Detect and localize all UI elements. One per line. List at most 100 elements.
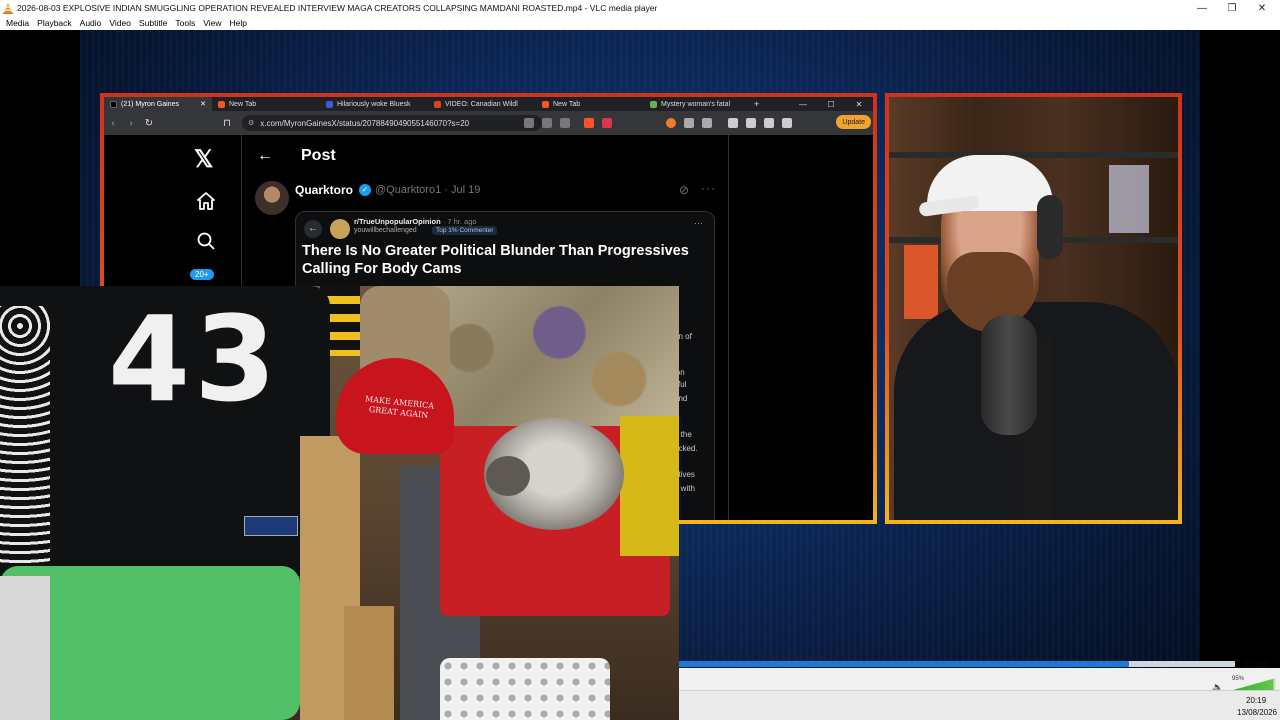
site-info-icon[interactable]: ⚙: [248, 119, 254, 127]
brave-shields-icon[interactable]: [584, 118, 594, 128]
menu-media[interactable]: Media: [2, 18, 33, 28]
host-webcam: [889, 97, 1178, 520]
commenter-flair-badge: Top 1% Commenter: [432, 226, 498, 235]
jersey: 43: [0, 286, 330, 576]
controls-bar: [679, 668, 1280, 690]
tab-label: (21) Myron Gaines: [121, 100, 179, 108]
browser-toolbar: ‹ › ↻ ⊓ ⚙ x.com/MyronGainesX/status/2078…: [104, 111, 873, 135]
avatar[interactable]: [255, 181, 289, 215]
tab-label: VIDEO: Canadian Wildl: [445, 100, 518, 108]
tab-label: New Tab: [229, 100, 257, 108]
sidebar-icon[interactable]: [728, 118, 738, 128]
author-name[interactable]: Quarktoro: [295, 183, 353, 197]
menu-playback[interactable]: Playback: [33, 18, 76, 28]
host-webcam-frame: [885, 93, 1182, 524]
vpn-icon[interactable]: [782, 118, 792, 128]
forward-icon[interactable]: ›: [122, 118, 140, 129]
menu-video[interactable]: Video: [105, 18, 135, 28]
shelf: [889, 152, 1178, 158]
vlc-window: 2026-08-03 EXPLOSIVE INDIAN SMUGGLING OP…: [0, 0, 1280, 720]
downloads-icon[interactable]: [702, 118, 712, 128]
clock-time[interactable]: 20:19: [1246, 696, 1266, 705]
x-logo-icon[interactable]: 𝕏: [194, 145, 213, 174]
new-tab-button[interactable]: +: [748, 99, 765, 109]
browser-tab-canadian[interactable]: VIDEO: Canadian Wildl: [428, 97, 536, 111]
browser-tab-bar: (21) Myron Gaines ✕ New Tab Hilariously …: [104, 97, 873, 111]
title-bar: 2026-08-03 EXPLOSIVE INDIAN SMUGGLING OP…: [0, 0, 1280, 16]
back-arrow-icon[interactable]: ←: [257, 147, 273, 165]
seek-bar[interactable]: [679, 661, 1235, 667]
wallet-icon[interactable]: [746, 118, 756, 128]
puzzle-icon[interactable]: [684, 118, 694, 128]
leo-ai-icon[interactable]: [764, 118, 774, 128]
zoom-icon[interactable]: [542, 118, 552, 128]
menu-tools[interactable]: Tools: [171, 18, 199, 28]
tab-label: Mystery woman's fatal: [661, 100, 731, 108]
news-icon: [434, 100, 441, 108]
vlc-cone-icon: [3, 2, 13, 14]
browser-maximize-button[interactable]: ☐: [817, 97, 845, 111]
browser-tab-newtab[interactable]: New Tab: [212, 97, 320, 111]
back-icon[interactable]: ‹: [104, 118, 122, 129]
update-button[interactable]: Update: [836, 115, 871, 129]
reload-icon[interactable]: ↻: [140, 118, 158, 129]
more-options-icon: ···: [694, 218, 703, 228]
reddit-post-title: There Is No Greater Political Blunder Th…: [302, 243, 689, 277]
brave-rewards-icon[interactable]: [602, 118, 612, 128]
notification-badge: 20+: [190, 269, 214, 280]
address-bar[interactable]: ⚙ x.com/MyronGainesX/status/207884904905…: [242, 115, 542, 131]
yellow-pillow: [620, 416, 679, 556]
back-arrow-icon: ←: [304, 220, 322, 238]
author-handle[interactable]: @Quarktoro1 · Jul 19: [375, 184, 480, 196]
white-stool: [440, 658, 610, 720]
search-icon[interactable]: [196, 231, 216, 251]
taskbar: [679, 690, 1280, 720]
post-time: · 7 hr. ago: [442, 217, 477, 226]
page-icon: [326, 100, 333, 108]
url-text: x.com/MyronGainesX/status/20788490490551…: [260, 118, 470, 128]
browser-close-button[interactable]: ✕: [845, 97, 873, 111]
browser-minimize-button[interactable]: —: [789, 97, 817, 111]
browser-tab-newtab-2[interactable]: New Tab: [536, 97, 644, 111]
menu-subtitle[interactable]: Subtitle: [135, 18, 171, 28]
grok-icon[interactable]: ⊘: [679, 183, 689, 197]
avatar: [330, 219, 350, 239]
cardboard-box: [344, 606, 394, 720]
bookmark-icon[interactable]: ⊓: [218, 118, 236, 129]
browser-tab-bluesky[interactable]: Hilariously woke Bluesk: [320, 97, 428, 111]
cast-icon[interactable]: [524, 118, 534, 128]
headphones: [1037, 195, 1063, 259]
jersey-number: 43: [108, 290, 281, 428]
tab-close-icon[interactable]: ✕: [200, 100, 206, 108]
menu-audio[interactable]: Audio: [76, 18, 106, 28]
x-logo-icon: [110, 100, 117, 108]
display-case: [1109, 165, 1149, 233]
subreddit-line: r/TrueUnpopularOpinion · 7 hr. ago: [354, 217, 477, 226]
close-window-button[interactable]: ✕: [1240, 0, 1280, 16]
page-icon: [650, 100, 657, 108]
cat-face: [486, 456, 530, 496]
tab-label: Hilariously woke Bluesk: [337, 100, 411, 108]
cereal-box: [904, 245, 938, 319]
menu-view[interactable]: View: [199, 18, 225, 28]
subreddit-name: r/TrueUnpopularOpinion: [354, 217, 441, 226]
menu-help[interactable]: Help: [225, 18, 250, 28]
brave-icon: [542, 100, 549, 108]
window-title: 2026-08-03 EXPLOSIVE INDIAN SMUGGLING OP…: [17, 3, 658, 13]
share-icon[interactable]: [560, 118, 570, 128]
room-camera-overlay: 43 MAKE AMERICA GREAT AGAIN: [0, 286, 679, 720]
browser-tab-mystery[interactable]: Mystery woman's fatal: [644, 97, 748, 111]
tab-label: New Tab: [553, 100, 581, 108]
reddit-username: youwillbechallenged: [354, 227, 417, 234]
microphone: [981, 315, 1037, 435]
verified-badge-icon: ✓: [359, 184, 371, 196]
volume-percent: 95%: [1232, 676, 1245, 682]
clock-date[interactable]: 13/08/2026: [1237, 708, 1277, 717]
browser-tab-myron[interactable]: (21) Myron Gaines ✕: [104, 97, 212, 111]
extension-icon[interactable]: [666, 118, 676, 128]
video-surface[interactable]: (21) Myron Gaines ✕ New Tab Hilariously …: [0, 30, 1280, 720]
jersey-tag: [244, 516, 298, 536]
more-options-icon[interactable]: ···: [701, 181, 716, 195]
page-title: Post: [301, 147, 336, 164]
home-icon[interactable]: [196, 191, 216, 211]
